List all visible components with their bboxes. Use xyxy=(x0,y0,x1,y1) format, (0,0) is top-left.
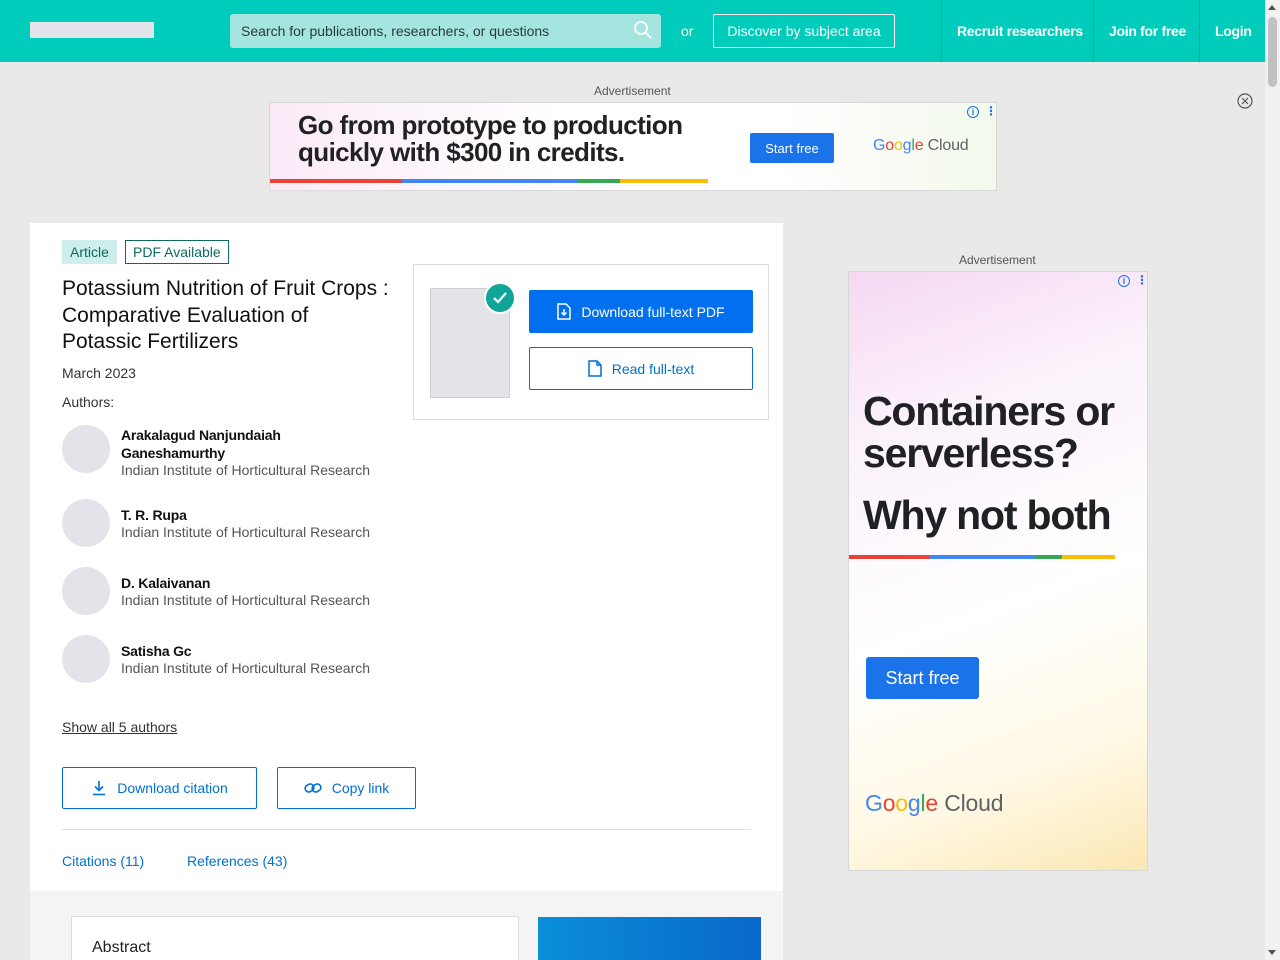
tab-citations[interactable]: Citations (11) xyxy=(62,853,144,869)
header-divider xyxy=(941,0,942,62)
avatar[interactable] xyxy=(62,567,110,615)
document-icon xyxy=(588,360,602,377)
site-logo[interactable] xyxy=(30,22,154,38)
author-name[interactable]: Satisha Gc xyxy=(121,642,321,660)
publication-date: March 2023 xyxy=(62,365,136,381)
article-type-badge: Article xyxy=(62,240,117,264)
author-name[interactable]: D. Kalaivanan xyxy=(121,574,321,592)
copy-link-button[interactable]: Copy link xyxy=(277,767,416,809)
section-divider xyxy=(62,829,751,830)
read-full-text-button[interactable]: Read full-text xyxy=(529,347,753,390)
google-cloud-logo: Google Cloud xyxy=(865,790,1004,816)
author-affiliation[interactable]: Indian Institute of Horticultural Resear… xyxy=(121,462,370,478)
header-divider xyxy=(1199,0,1200,62)
ad-info-icon[interactable]: i xyxy=(1118,275,1130,287)
author-name[interactable]: T. R. Rupa xyxy=(121,506,321,524)
ad-headline: Containers or serverless? xyxy=(863,388,1115,476)
scroll-down-arrow-icon[interactable] xyxy=(1268,950,1276,955)
abstract-panel: Abstract xyxy=(71,916,519,960)
scroll-thumb[interactable] xyxy=(1268,17,1277,87)
ad-info-icon[interactable]: i xyxy=(967,106,979,118)
banner-ad[interactable]: Go from prototype to production quickly … xyxy=(269,102,997,191)
link-icon xyxy=(304,783,322,793)
author-affiliation[interactable]: Indian Institute of Horticultural Resear… xyxy=(121,660,370,676)
avatar[interactable] xyxy=(62,425,110,473)
download-citation-button[interactable]: Download citation xyxy=(62,767,257,809)
sidebar-ad[interactable]: i ⋮ Containers or serverless? Why not bo… xyxy=(848,271,1148,871)
full-text-panel: Download full-text PDF Read full-text xyxy=(413,264,769,420)
checkmark-icon xyxy=(484,282,516,314)
author-affiliation[interactable]: Indian Institute of Horticultural Resear… xyxy=(121,524,370,540)
join-for-free-link[interactable]: Join for free xyxy=(1109,23,1186,39)
pdf-download-icon xyxy=(557,303,572,320)
close-ad-icon[interactable] xyxy=(1237,93,1253,109)
search-icon[interactable] xyxy=(633,20,653,40)
or-separator: or xyxy=(681,23,694,39)
page-scrollbar[interactable] xyxy=(1265,0,1280,960)
avatar[interactable] xyxy=(62,499,110,547)
publication-title: Potassium Nutrition of Fruit Crops : Com… xyxy=(62,277,389,353)
pdf-available-badge: PDF Available xyxy=(125,240,229,264)
advertisement-label: Advertisement xyxy=(594,84,671,98)
avatar[interactable] xyxy=(62,635,110,683)
ad-color-stripe xyxy=(849,555,1115,559)
ad-color-stripe xyxy=(270,179,708,183)
search-placeholder: Search for publications, researchers, or… xyxy=(241,23,550,39)
download-citation-label: Download citation xyxy=(117,780,228,796)
author-affiliation[interactable]: Indian Institute of Horticultural Resear… xyxy=(121,592,370,608)
abstract-heading: Abstract xyxy=(92,939,151,956)
author-name[interactable]: Arakalagud Nanjundaiah Ganeshamurthy xyxy=(121,426,321,462)
ad-start-free-button[interactable]: Start free xyxy=(866,657,979,699)
ad-subheadline: Why not both xyxy=(863,492,1112,538)
google-cloud-logo: Google Cloud xyxy=(873,137,969,154)
download-icon xyxy=(93,781,106,796)
discover-by-subject-button[interactable]: Discover by subject area xyxy=(713,14,895,48)
download-pdf-label: Download full-text PDF xyxy=(581,303,725,320)
ad-start-free-button[interactable]: Start free xyxy=(750,133,834,163)
header-divider xyxy=(1093,0,1094,62)
promo-panel[interactable] xyxy=(538,917,761,960)
ad-menu-icon[interactable]: ⋮ xyxy=(1136,274,1147,286)
recruit-researchers-link[interactable]: Recruit researchers xyxy=(957,23,1083,39)
login-link[interactable]: Login xyxy=(1215,23,1252,39)
search-input[interactable]: Search for publications, researchers, or… xyxy=(230,14,661,48)
scroll-up-arrow-icon[interactable] xyxy=(1268,5,1276,10)
authors-heading: Authors: xyxy=(62,394,115,410)
ad-headline: Go from prototype to production quickly … xyxy=(298,110,683,167)
ad-menu-icon[interactable]: ⋮ xyxy=(985,105,996,117)
read-full-text-label: Read full-text xyxy=(611,360,695,377)
copy-link-label: Copy link xyxy=(331,780,390,796)
show-all-authors-link[interactable]: Show all 5 authors xyxy=(62,719,177,735)
top-navigation-bar: Search for publications, researchers, or… xyxy=(0,0,1265,62)
advertisement-label: Advertisement xyxy=(959,253,1036,267)
download-full-text-pdf-button[interactable]: Download full-text PDF xyxy=(529,290,753,333)
tab-references[interactable]: References (43) xyxy=(187,853,287,869)
